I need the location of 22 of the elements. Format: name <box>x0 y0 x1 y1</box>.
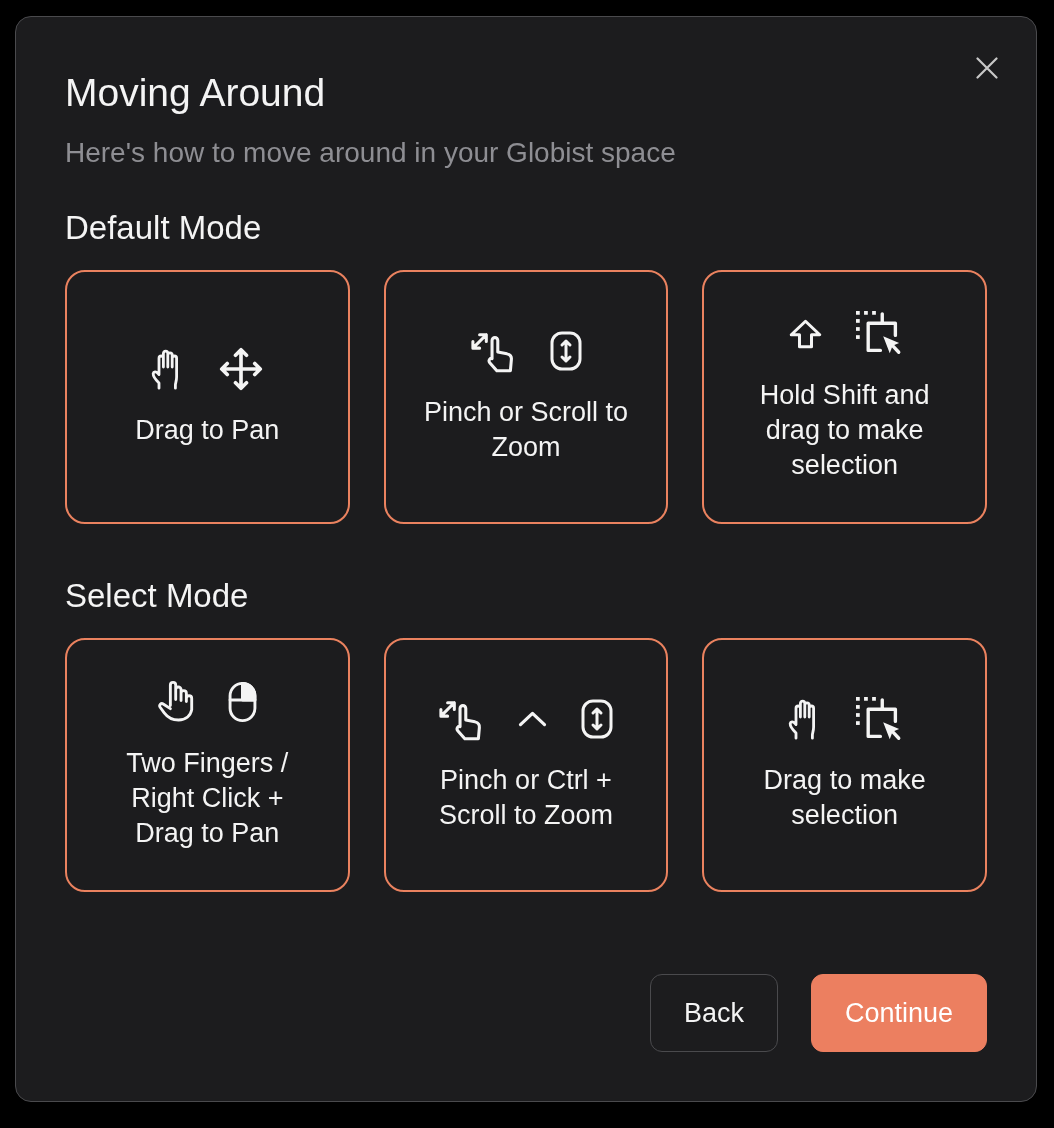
card-text: Drag to make selection <box>762 764 927 832</box>
scroll-arrows-icon <box>581 699 614 739</box>
dialog-subtitle: Here's how to move around in your Globist space <box>65 136 677 170</box>
shift-arrow-icon <box>788 318 822 349</box>
close-icon <box>976 57 998 79</box>
caret-up-icon <box>518 711 548 727</box>
section-heading: Default Mode <box>65 208 263 248</box>
move-arrows-icon <box>219 346 264 391</box>
dialog-title: Moving Around <box>65 70 327 116</box>
card-text: Pinch or Scroll to Zoom <box>422 396 630 464</box>
pointing-hand-icon <box>157 681 195 722</box>
back-button[interactable]: Back <box>649 974 778 1052</box>
section-heading: Select Mode <box>65 576 250 616</box>
scroll-arrows-icon <box>550 331 582 371</box>
close-button[interactable] <box>976 57 998 79</box>
card-text: Two Fingers / Right Click + Drag to Pan <box>125 746 290 850</box>
mouse-icon <box>228 680 258 723</box>
selection-cursor-icon <box>855 311 901 356</box>
selection-cursor-icon <box>856 696 902 742</box>
card-text: Hold Shift and drag to make selection <box>758 378 931 482</box>
card-text: Pinch or Ctrl + Scroll to Zoom <box>437 764 614 832</box>
card-text: Drag to Pan <box>134 413 281 447</box>
